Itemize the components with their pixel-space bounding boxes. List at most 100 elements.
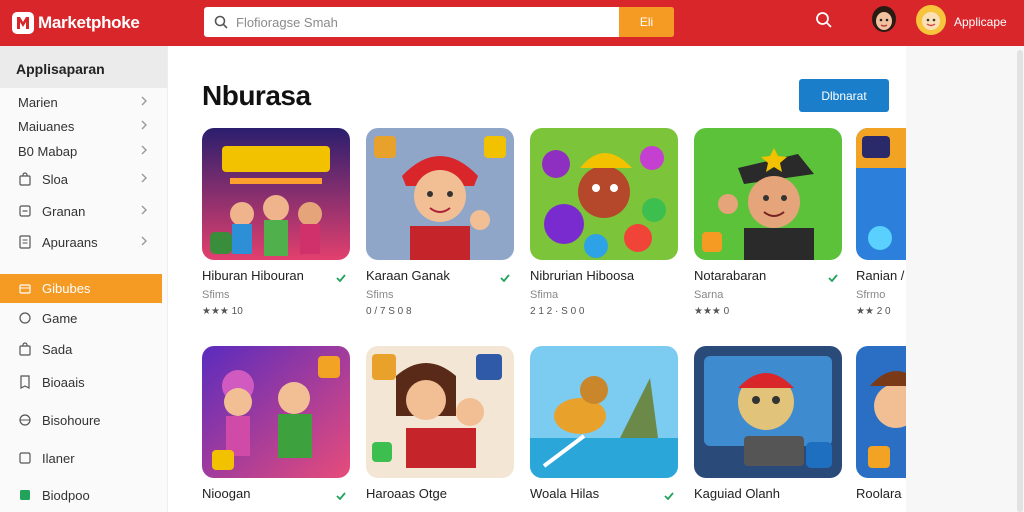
- sidebar-item-biodpoo[interactable]: Biodpoo: [0, 481, 162, 509]
- sidebar-item-label: Apuraans: [42, 234, 98, 250]
- square-icon: [18, 451, 32, 465]
- chevron-right-icon: [140, 95, 148, 110]
- sidebar-item-game[interactable]: Game: [0, 304, 162, 332]
- header-search-icon[interactable]: [815, 11, 833, 34]
- circle-icon: [18, 311, 32, 325]
- sidebar-item-apuraans[interactable]: Apuraans: [0, 228, 162, 256]
- verified-icon: [828, 270, 838, 285]
- sidebar-item-label: Marien: [18, 94, 58, 110]
- app-title: Nioogan: [202, 486, 352, 501]
- sidebar-item-maiuanes[interactable]: Maiuanes: [0, 112, 162, 140]
- app-card[interactable]: Roolara: [856, 346, 906, 501]
- app-category: Sfims: [202, 289, 230, 301]
- app-card[interactable]: Notarabaran Sarna ★★★ 0: [694, 128, 844, 317]
- sidebar-item-label: Granan: [42, 203, 86, 219]
- sidebar-item-mabap[interactable]: B0 Mabap: [0, 137, 162, 165]
- sidebar-item-label: Sada: [42, 341, 73, 357]
- app-rating: ★★★ 10: [202, 306, 243, 317]
- search-bar: Eli: [204, 7, 674, 37]
- app-thumbnail-icon: [366, 128, 514, 260]
- app-category: Sarna: [694, 289, 724, 301]
- brand-name: Marketphoke: [38, 13, 140, 32]
- sidebar-item-label: Bioaais: [42, 374, 85, 390]
- chevron-right-icon: [140, 204, 148, 219]
- app-title: Roolara: [856, 486, 906, 501]
- app-thumbnail-icon: [202, 128, 350, 260]
- chevron-right-icon: [140, 144, 148, 159]
- app-title-text: Roolara: [856, 486, 902, 501]
- sidebar-item-label: Sloa: [42, 171, 69, 187]
- app-title-text: Nioogan: [202, 486, 251, 501]
- app-rating: 2 1 2 · S 0 0: [530, 306, 585, 317]
- app-title: Ranian /: [856, 268, 906, 283]
- app-thumbnail-icon: [366, 346, 514, 478]
- user-avatar-icon[interactable]: [916, 5, 946, 35]
- app-card[interactable]: Hiburan Hibouran Sfims ★★★ 10: [202, 128, 352, 317]
- list-icon: [18, 235, 32, 249]
- app-card[interactable]: Nioogan: [202, 346, 352, 501]
- sidebar-item-bioaais[interactable]: Bioaais: [0, 368, 162, 396]
- app-title: Notarabaran: [694, 268, 844, 283]
- sidebar-item-label: Biodpoo: [42, 487, 90, 503]
- bag-icon: [18, 342, 32, 356]
- app-grid: Hiburan Hibouran Sfims ★★★ 10 Karaan Gan…: [200, 128, 906, 512]
- app-thumbnail-icon: [694, 346, 842, 478]
- sidebar-item-label: B0 Mabap: [18, 143, 78, 159]
- user-label[interactable]: Applicape: [954, 15, 1007, 29]
- app-card[interactable]: Kaguiad Olanh: [694, 346, 844, 501]
- box-icon: [18, 282, 32, 296]
- app-title: Nibrurian Hiboosa: [530, 268, 680, 283]
- app-card[interactable]: Karaan Ganak Sfims 0 / 7 S 0 8: [366, 128, 516, 317]
- page-title: Nburasa: [202, 80, 311, 111]
- search-icon: [214, 15, 228, 29]
- app-title: Woala Hilas: [530, 486, 680, 501]
- sidebar-item-bisohoure[interactable]: Bisohoure: [0, 406, 162, 434]
- app-rating: ★★★ 0: [694, 306, 730, 317]
- app-thumbnail-icon: [856, 128, 906, 260]
- ticket-icon: [18, 375, 32, 389]
- verified-icon: [500, 270, 510, 285]
- app-card[interactable]: Ranian / Sfrmo ★★ 2 0: [856, 128, 906, 317]
- profile-avatar-icon[interactable]: [870, 5, 898, 37]
- verified-icon: [664, 488, 674, 503]
- sidebar-item-sada[interactable]: Sada: [0, 335, 162, 363]
- square-icon: [18, 204, 32, 218]
- app-rating: ★★ 2 0: [856, 306, 891, 317]
- app-title-text: Karaan Ganak: [366, 268, 450, 283]
- app-category: Sfrmo: [856, 289, 886, 301]
- scrollbar[interactable]: [1017, 50, 1023, 512]
- app-thumbnail-icon: [856, 346, 906, 478]
- app-thumbnail-icon: [530, 128, 678, 260]
- sidebar-item-sloa[interactable]: Sloa: [0, 165, 162, 193]
- brand[interactable]: Marketphoke: [12, 12, 202, 34]
- app-title-text: Notarabaran: [694, 268, 767, 283]
- search-button[interactable]: Eli: [619, 7, 674, 37]
- chevron-right-icon: [140, 119, 148, 134]
- app-thumbnail-icon: [530, 346, 678, 478]
- app-rating: 0 / 7 S 0 8: [366, 306, 412, 317]
- app-thumbnail-icon: [202, 346, 350, 478]
- top-bar: Marketphoke Eli Applicape: [0, 0, 1024, 46]
- app-card[interactable]: Haroaas Otge: [366, 346, 516, 501]
- app-title-text: Woala Hilas: [530, 486, 600, 501]
- brand-logo-icon: [12, 12, 34, 34]
- verified-icon: [336, 488, 346, 503]
- search-input[interactable]: [236, 14, 616, 30]
- app-card[interactable]: Nibrurian Hiboosa Sfima 2 1 2 · S 0 0: [530, 128, 680, 317]
- chevron-right-icon: [140, 235, 148, 250]
- sidebar-item-ilaner[interactable]: Ilaner: [0, 444, 162, 472]
- sidebar-item-gibubes[interactable]: Gibubes: [0, 274, 162, 303]
- primary-action-button[interactable]: Dlbnarat: [799, 79, 889, 112]
- sidebar: Applisaparan Marien Maiuanes B0 Mabap Sl…: [0, 46, 168, 512]
- app-card[interactable]: Woala Hilas: [530, 346, 680, 501]
- app-title-text: Hiburan Hibouran: [202, 268, 304, 283]
- sidebar-item-label: Game: [42, 310, 78, 326]
- app-title: Hiburan Hibouran: [202, 268, 352, 283]
- chevron-right-icon: [140, 172, 148, 187]
- app-title: Karaan Ganak: [366, 268, 516, 283]
- green-square-icon: [18, 488, 32, 502]
- app-title-text: Kaguiad Olanh: [694, 486, 781, 501]
- app-title: Haroaas Otge: [366, 486, 516, 501]
- globe-icon: [18, 413, 32, 427]
- sidebar-item-granan[interactable]: Granan: [0, 197, 162, 225]
